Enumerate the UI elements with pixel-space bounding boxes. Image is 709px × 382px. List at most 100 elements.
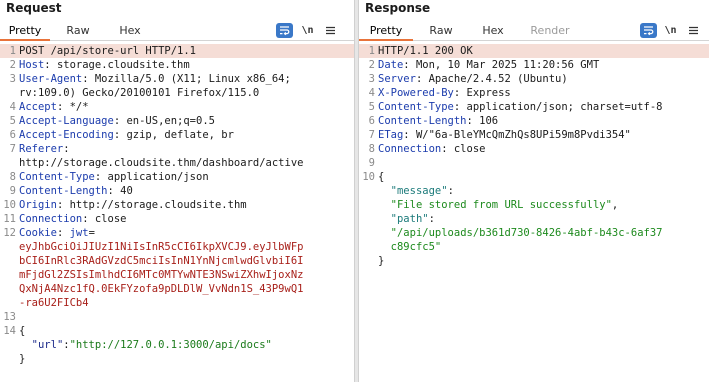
code-line[interactable]: } (359, 254, 709, 268)
line-number: 11 (3, 213, 16, 225)
code-token: mFjdGl2ZSIsImlhdCI6MTc0MTYwNTE3NSwiZXhwI… (19, 269, 304, 281)
code-line[interactable]: "message": (359, 184, 709, 198)
code-line[interactable]: mFjdGl2ZSIsImlhdCI6MTc0MTYwNTE3NSwiZXhwI… (0, 268, 354, 282)
code-line[interactable]: 4 X-Powered-By: Express (359, 86, 709, 100)
code-token: Accept (19, 101, 57, 113)
line-number: 5 (368, 101, 375, 113)
code-line[interactable]: 8 Connection: close (359, 142, 709, 156)
code-token: = (88, 227, 95, 239)
code-line[interactable]: 5 Content-Type: application/json; charset… (359, 100, 709, 114)
code-text: User-Agent: Mozilla/5.0 (X11; Linux x86_… (19, 72, 291, 86)
code-line[interactable]: QxNjA4Nzc1fQ.0EkFYzofa9pDLDlW_VvNdn1S_43… (0, 282, 354, 296)
newline-toggle-icon[interactable]: \n (662, 23, 679, 38)
code-token: X-Powered-By (378, 87, 454, 99)
code-text: } (378, 254, 384, 268)
code-line[interactable]: "url":"http://127.0.0.1:3000/api/docs" (0, 338, 354, 352)
code-line[interactable]: 6 Accept-Encoding: gzip, deflate, br (0, 128, 354, 142)
code-text: http://storage.cloudsite.thm/dashboard/a… (19, 156, 303, 170)
code-line[interactable]: bCI6InRlc3RAdGVzdC5mciIsInN1YnNjcmlwdGlv… (0, 254, 354, 268)
hamburger-menu-icon[interactable] (685, 23, 702, 38)
newline-toggle-icon[interactable]: \n (299, 23, 316, 38)
line-number: 10 (3, 199, 16, 211)
code-token: Accept-Language (19, 115, 114, 127)
request-tab-raw[interactable]: Raw (58, 21, 98, 41)
code-token: : en-US,en;q=0.5 (113, 115, 215, 127)
code-line[interactable]: 10 Origin: http://storage.cloudsite.thm (0, 198, 354, 212)
code-token: HTTP/1.1 200 OK (378, 45, 473, 57)
response-tab-render[interactable]: Render (525, 21, 575, 41)
code-line[interactable]: 13 (0, 310, 354, 324)
code-line[interactable]: } (0, 352, 354, 366)
response-tab-hex[interactable]: Hex (473, 21, 513, 41)
code-text: Date: Mon, 10 Mar 2025 11:20:56 GMT (378, 58, 599, 72)
code-text: Origin: http://storage.cloudsite.thm (19, 198, 247, 212)
code-text: HTTP/1.1 200 OK (378, 44, 473, 58)
code-line[interactable]: http://storage.cloudsite.thm/dashboard/a… (0, 156, 354, 170)
code-line[interactable]: -ra6U2FICb4 (0, 296, 354, 310)
code-token: : W/"6a-BleYMcQmZhQs8UPi59m8Pvdi354" (403, 129, 631, 141)
code-line[interactable]: 8 Content-Type: application/json (0, 170, 354, 184)
code-token: "path" (390, 213, 429, 225)
line-number: 2 (9, 59, 16, 71)
code-line[interactable]: 3 User-Agent: Mozilla/5.0 (X11; Linux x86… (0, 72, 354, 86)
code-line[interactable]: "File stored from URL successfully", (359, 198, 709, 212)
response-tab-pretty[interactable]: Pretty (359, 21, 413, 41)
code-line[interactable]: 5 Accept-Language: en-US,en;q=0.5 (0, 114, 354, 128)
line-number: 9 (9, 185, 16, 197)
code-text: Accept-Encoding: gzip, deflate, br (19, 128, 234, 142)
code-line[interactable]: 2 Date: Mon, 10 Mar 2025 11:20:56 GMT (359, 58, 709, 72)
code-text: Host: storage.cloudsite.thm (19, 58, 190, 72)
code-text: X-Powered-By: Express (378, 86, 511, 100)
line-number: 8 (9, 171, 16, 183)
code-token: rv:109.0) Gecko/20100101 Firefox/115.0 (19, 87, 260, 99)
request-tab-hex[interactable]: Hex (110, 21, 150, 41)
response-editor[interactable]: 1 HTTP/1.1 200 OK 2 Date: Mon, 10 Mar 2025 … (359, 43, 709, 382)
code-token: Origin (19, 199, 57, 211)
code-token: : (56, 227, 70, 239)
code-token: Content-Type (19, 171, 95, 183)
code-line[interactable]: 14{ (0, 324, 354, 338)
request-editor[interactable]: 1 POST /api/store-url HTTP/1.1 2 Host: stor… (0, 43, 354, 382)
code-text: Connection: close (378, 142, 485, 156)
line-number: 7 (9, 143, 16, 155)
code-text: Accept: */* (19, 100, 89, 114)
code-token: http://storage.cloudsite.thm/dashboard/a… (19, 157, 304, 169)
code-line[interactable]: 4 Accept: */* (0, 100, 354, 114)
code-line[interactable]: 1 POST /api/store-url HTTP/1.1 (0, 44, 354, 58)
code-token: Content-Type (378, 101, 454, 113)
code-line[interactable]: 7 Referer: (0, 142, 354, 156)
code-line[interactable]: 1 HTTP/1.1 200 OK (359, 44, 709, 58)
hamburger-menu-icon[interactable] (322, 23, 339, 38)
code-line[interactable]: 2 Host: storage.cloudsite.thm (0, 58, 354, 72)
code-line[interactable]: 9 (359, 156, 709, 170)
code-token: , (611, 199, 619, 211)
code-line[interactable]: 11 Connection: close (0, 212, 354, 226)
code-line[interactable]: 6 Content-Length: 106 (359, 114, 709, 128)
code-token: : (447, 185, 454, 197)
line-number: 4 (9, 101, 16, 113)
code-token: : 40 (107, 185, 133, 197)
code-line[interactable]: "path": (359, 212, 709, 226)
code-text: Content-Length: 106 (378, 114, 498, 128)
code-line[interactable]: 10{ (359, 170, 709, 184)
request-tab-pretty[interactable]: Pretty (0, 21, 50, 41)
code-line[interactable]: rv:109.0) Gecko/20100101 Firefox/115.0 (0, 86, 354, 100)
wrap-lines-icon[interactable] (276, 23, 293, 38)
code-token: "/api/uploads/b361d730-8426-4abf-b43c-6a… (390, 227, 663, 239)
code-token: Content-Length (378, 115, 467, 127)
code-line[interactable]: c89cfc5" (359, 240, 709, 254)
response-tab-raw[interactable]: Raw (421, 21, 461, 41)
code-line[interactable]: 3 Server: Apache/2.4.52 (Ubuntu) (359, 72, 709, 86)
code-line[interactable]: "/api/uploads/b361d730-8426-4abf-b43c-6a… (359, 226, 709, 240)
code-line[interactable]: 7 ETag: W/"6a-BleYMcQmZhQs8UPi59m8Pvdi354… (359, 128, 709, 142)
code-line[interactable]: 12 Cookie: jwt= (0, 226, 354, 240)
code-token: Connection (378, 143, 442, 155)
wrap-lines-icon[interactable] (640, 23, 657, 38)
line-number: 6 (368, 115, 375, 127)
code-line[interactable]: eyJhbGciOiJIUzI1NiIsInR5cCI6IkpXVCJ9.eyJ… (0, 240, 354, 254)
code-line[interactable]: 9 Content-Length: 40 (0, 184, 354, 198)
code-token: Server (378, 73, 416, 85)
